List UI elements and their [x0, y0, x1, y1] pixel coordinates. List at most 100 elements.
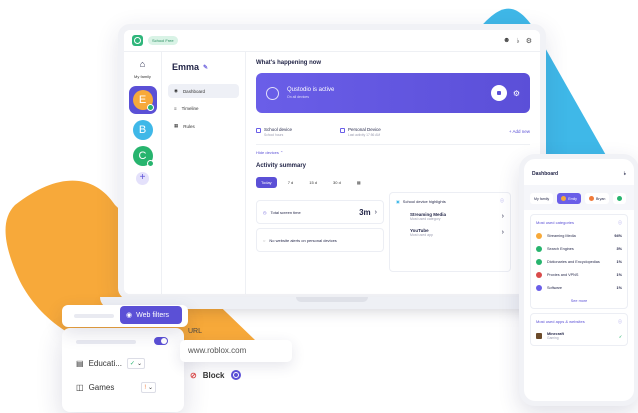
- timeline-icon: ≡: [174, 106, 177, 111]
- chevron-down-icon: ⌄: [148, 385, 154, 391]
- my-family-label[interactable]: My family: [133, 74, 153, 80]
- category-icon: [536, 246, 542, 252]
- categories-card: Most used categories ⓘ Streaming Media 94%…: [530, 214, 628, 309]
- filter-row-games: ◫ Games ! ⌄: [76, 382, 157, 393]
- category-row[interactable]: Streaming Media 94%: [536, 233, 622, 239]
- placeholder-bar: [76, 340, 136, 344]
- hide-devices-link[interactable]: Hide devices ⌃: [256, 150, 530, 155]
- activity-title: Activity summary: [256, 163, 307, 169]
- info-icon[interactable]: ⓘ: [500, 198, 504, 204]
- happening-title: What's happening now: [256, 60, 322, 66]
- web-filters-button[interactable]: ◉ Web filters: [120, 306, 182, 324]
- category-icon: [536, 285, 542, 291]
- category-percent: 3%: [616, 247, 623, 251]
- category-list: Streaming Media 94% Search Engines 3% Dictio…: [536, 233, 622, 291]
- calendar-icon[interactable]: ▦: [352, 177, 366, 188]
- add-child-button[interactable]: +: [136, 171, 149, 185]
- device-school[interactable]: School device School hours: [256, 127, 340, 137]
- screen-time-card[interactable]: ◷ Total screen time 3m ›: [256, 200, 384, 224]
- add-new-device-button[interactable]: + Add new: [509, 129, 530, 134]
- toggle-switch[interactable]: [154, 337, 168, 345]
- category-name: Streaming Media: [547, 234, 576, 238]
- screen-time-value: 3m: [359, 207, 371, 217]
- phone-tab-emily[interactable]: Emily: [557, 193, 581, 204]
- category-row[interactable]: Software 1%: [536, 285, 622, 291]
- check-icon: ✓: [129, 361, 135, 367]
- tab-15d[interactable]: 15 d: [304, 177, 322, 188]
- category-icon: [536, 233, 542, 239]
- laptop-frame: School Free ☻ ♭ ⚙ ⌂ My family E B C + Em…: [118, 24, 546, 300]
- app-row[interactable]: Minecraft Gaming ✓: [536, 332, 622, 340]
- avatar-b[interactable]: B: [132, 119, 153, 140]
- app-sub: Gaming: [547, 336, 559, 340]
- allow-select[interactable]: ✓ ⌄: [126, 358, 145, 369]
- nav-dashboard[interactable]: ◉ Dashboard: [168, 84, 239, 98]
- pause-button[interactable]: [490, 85, 507, 101]
- category-row[interactable]: Proxies and VPNS 1%: [536, 272, 622, 278]
- info-icon[interactable]: ⓘ: [618, 319, 622, 325]
- gamepad-icon: ◫: [76, 383, 84, 392]
- gear-icon[interactable]: ⚙: [513, 89, 520, 98]
- block-option[interactable]: ⊘ Block: [190, 370, 241, 380]
- avatar-emma[interactable]: E: [128, 85, 157, 114]
- see-more-link[interactable]: See more: [536, 299, 622, 303]
- edit-icon[interactable]: ✎: [203, 64, 208, 71]
- url-input[interactable]: www.roblox.com: [180, 340, 292, 362]
- alert-select[interactable]: ! ⌄: [141, 382, 157, 393]
- category-name: Proxies and VPNS: [547, 273, 579, 277]
- phone-tab-bryan[interactable]: Bryan: [584, 193, 610, 204]
- phone-tab-label: My family: [534, 196, 550, 201]
- home-icon[interactable]: ⌂: [140, 60, 145, 69]
- category-name: Software: [547, 286, 562, 290]
- category-row[interactable]: Dictionaries and Encyclopedias 1%: [536, 259, 622, 265]
- tab-today[interactable]: Today: [256, 177, 277, 188]
- phone-tab-more[interactable]: [613, 193, 627, 204]
- range-tabs: Today 7 d 15 d 30 d ▦: [256, 177, 530, 188]
- category-row[interactable]: Search Engines 3%: [536, 246, 622, 252]
- radio-selected[interactable]: [230, 370, 241, 380]
- device-icon: [256, 127, 261, 133]
- category-icon: [536, 259, 542, 265]
- dashboard-icon: ◉: [174, 88, 178, 93]
- tab-7d[interactable]: 7 d: [283, 177, 299, 188]
- web-filter-panel: ▤ Educati... ✓ ⌄ ◫ Games ! ⌄: [62, 328, 184, 412]
- tab-30d[interactable]: 30 d: [328, 177, 346, 188]
- bell-icon[interactable]: ♭: [624, 171, 626, 177]
- avatar-initial: C: [138, 149, 147, 162]
- warning-icon: !: [144, 384, 147, 391]
- categories-header: Most used categories ⓘ: [536, 220, 622, 226]
- category-percent: 1%: [616, 260, 623, 264]
- highlight-item[interactable]: YouTube Most used app ›: [410, 228, 504, 237]
- highlight-text: YouTube Most used app: [410, 228, 433, 237]
- avatar-c[interactable]: C: [132, 145, 154, 167]
- banner-text: Qustodio is active On all devices: [287, 87, 334, 99]
- device-sub: School hours: [264, 132, 284, 137]
- shield-check-icon: [266, 86, 279, 100]
- main-panel: What's happening now Qustodio is active …: [246, 52, 540, 294]
- device-personal[interactable]: Personal Device Last activity 17:56 AM: [340, 127, 440, 137]
- avatar-initial: E: [138, 93, 147, 106]
- school-plan-badge: School Free: [148, 36, 178, 45]
- highlight-item[interactable]: Streaming Media Most used category ›: [410, 212, 504, 221]
- phone-tab-family[interactable]: My family: [530, 193, 554, 204]
- banner-subtitle: On all devices: [287, 95, 309, 99]
- settings-icon[interactable]: ⚙: [526, 37, 532, 45]
- user-icon[interactable]: ☻: [503, 37, 510, 45]
- highlights-header: ▣ School device highlights ⓘ: [396, 198, 504, 204]
- url-rule-panel: URL www.roblox.com ⊘ Block: [178, 322, 328, 412]
- nav-timeline[interactable]: ≡ Timeline: [168, 102, 239, 115]
- category-name: Dictionaries and Encyclopedias: [547, 260, 600, 264]
- alert-text: No website alerts on personal devices: [269, 237, 337, 243]
- nav-rules[interactable]: ▦ Rules: [168, 119, 239, 133]
- device-text: School device School hours: [264, 127, 292, 137]
- block-label: Block: [202, 370, 225, 380]
- app-text: Minecraft Gaming: [547, 332, 564, 340]
- device-name: School device: [264, 126, 293, 132]
- toggle-knob: [161, 338, 167, 344]
- online-dot: [146, 103, 154, 111]
- child-name: Emma ✎: [172, 62, 239, 72]
- screen-time-label: Total screen time: [270, 209, 301, 215]
- bell-icon[interactable]: ♭: [516, 37, 519, 45]
- info-icon[interactable]: ⓘ: [618, 220, 622, 226]
- nav-label: Dashboard: [182, 88, 205, 94]
